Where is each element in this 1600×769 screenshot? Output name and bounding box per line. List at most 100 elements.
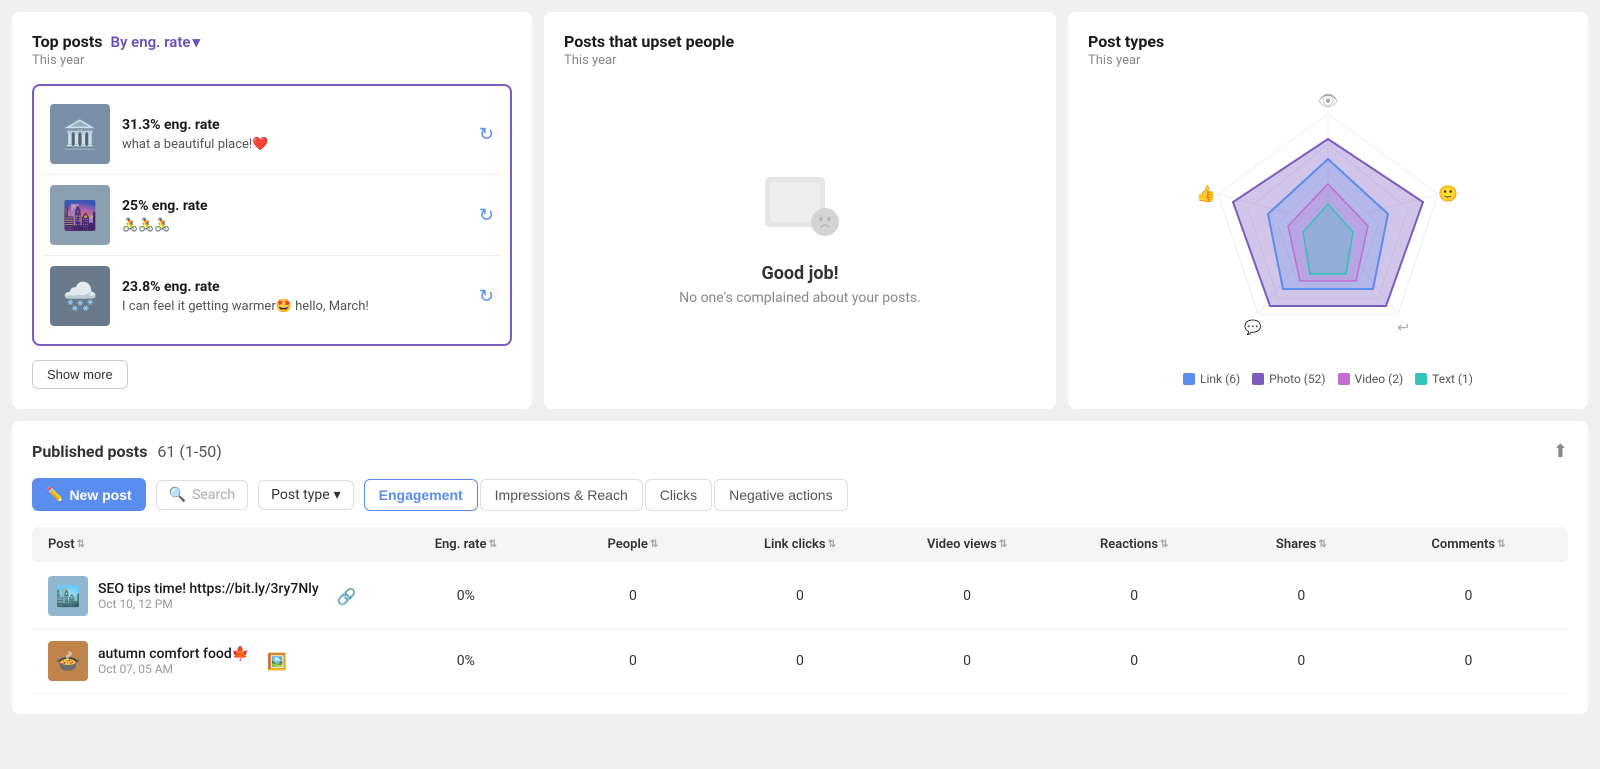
post-type-icon-1: 🖼️ bbox=[267, 652, 287, 671]
upset-subtitle: This year bbox=[564, 53, 616, 68]
legend-dot-text bbox=[1415, 373, 1427, 385]
upset-card: Posts that upset people This year Good j… bbox=[544, 12, 1056, 409]
new-post-label: New post bbox=[69, 487, 131, 503]
reactions-0: 0 bbox=[1051, 588, 1218, 604]
post-thumb-top-2: 🌨️ bbox=[50, 266, 110, 326]
post-title-0: SEO tips time! https://bit.ly/3ry7Nly bbox=[98, 581, 319, 597]
tab-clicks[interactable]: Clicks bbox=[645, 479, 712, 511]
radar-chart: 👁 🙂 ↩ 💬 👍 bbox=[1178, 84, 1478, 364]
legend-label-link: Link (6) bbox=[1200, 372, 1240, 386]
top-post-item-1: 🌆 25% eng. rate 🚴🚴🚴 ↻ bbox=[42, 175, 502, 256]
top-posts-card: Top posts By eng. rate ▾ This year 🏛️ 31… bbox=[12, 12, 532, 409]
published-title: Published posts 61 (1-50) bbox=[32, 442, 222, 461]
published-posts-section: Published posts 61 (1-50) ⬆ ✏️ New post … bbox=[12, 421, 1588, 714]
post-thumb-1: 🍲 bbox=[48, 641, 88, 681]
legend-label-text: Text (1) bbox=[1432, 372, 1473, 386]
link-clicks-0: 0 bbox=[716, 588, 883, 604]
published-header: Published posts 61 (1-50) ⬆ bbox=[32, 441, 1568, 462]
legend-link: Link (6) bbox=[1183, 372, 1240, 386]
col-link-clicks[interactable]: Link clicks ⇅ bbox=[716, 537, 883, 552]
top-posts-filter[interactable]: By eng. rate ▾ bbox=[110, 33, 200, 51]
link-clicks-1: 0 bbox=[716, 653, 883, 669]
col-people[interactable]: People ⇅ bbox=[549, 537, 716, 552]
new-post-button[interactable]: ✏️ New post bbox=[32, 478, 146, 511]
post-type-icon-0: 🔗 bbox=[337, 587, 357, 606]
post-details-1: autumn comfort food🍁 Oct 07, 05 AM bbox=[98, 646, 249, 676]
post-thumb-top-0: 🏛️ bbox=[50, 104, 110, 164]
comments-1: 0 bbox=[1385, 653, 1552, 669]
tab-group: Engagement Impressions & Reach Clicks Ne… bbox=[364, 479, 848, 511]
post-info-top-2: 23.8% eng. rate I can feel it getting wa… bbox=[122, 279, 467, 314]
upset-good-label: Good job! bbox=[761, 263, 838, 284]
table-row: 🏙️ SEO tips time! https://bit.ly/3ry7Nly… bbox=[32, 564, 1568, 629]
radar-chart-wrapper: 👁 🙂 ↩ 💬 👍 Link (6) bbox=[1088, 84, 1568, 386]
legend-text: Text (1) bbox=[1415, 372, 1473, 386]
post-title-1: autumn comfort food🍁 bbox=[98, 646, 249, 662]
post-caption-top-0: what a beautiful place!❤️ bbox=[122, 137, 467, 152]
svg-text:🙂: 🙂 bbox=[1438, 184, 1458, 203]
post-date-0: Oct 10, 12 PM bbox=[98, 597, 319, 611]
toolbar: ✏️ New post 🔍 Search Post type ▾ Engagem… bbox=[32, 478, 1568, 511]
post-caption-top-2: I can feel it getting warmer🤩 hello, Mar… bbox=[122, 299, 467, 314]
export-icon[interactable]: ⬆ bbox=[1553, 441, 1568, 462]
table-header: Post ⇅ Eng. rate ⇅ People ⇅ Link clicks … bbox=[32, 527, 1568, 562]
legend-video: Video (2) bbox=[1338, 372, 1404, 386]
post-caption-top-1: 🚴🚴🚴 bbox=[122, 218, 467, 233]
search-box[interactable]: 🔍 Search bbox=[156, 480, 248, 510]
upset-good-desc: No one's complained about your posts. bbox=[679, 290, 921, 306]
legend-dot-video bbox=[1338, 373, 1350, 385]
tab-negative-actions[interactable]: Negative actions bbox=[714, 479, 848, 511]
post-eng-rate-top-0: 31.3% eng. rate bbox=[122, 117, 467, 133]
refresh-icon-0[interactable]: ↻ bbox=[479, 124, 494, 145]
search-icon: 🔍 bbox=[169, 487, 186, 503]
video-views-1: 0 bbox=[884, 653, 1051, 669]
top-posts-list: 🏛️ 31.3% eng. rate what a beautiful plac… bbox=[32, 84, 512, 346]
legend-dot-photo bbox=[1252, 373, 1264, 385]
reactions-1: 0 bbox=[1051, 653, 1218, 669]
top-post-item-2: 🌨️ 23.8% eng. rate I can feel it getting… bbox=[42, 256, 502, 336]
tab-impressions[interactable]: Impressions & Reach bbox=[480, 479, 643, 511]
col-reactions[interactable]: Reactions ⇅ bbox=[1051, 537, 1218, 552]
post-type-label: Post type bbox=[271, 487, 330, 503]
legend-label-photo: Photo (52) bbox=[1269, 372, 1325, 386]
legend-dot-link bbox=[1183, 373, 1195, 385]
col-video-views[interactable]: Video views ⇅ bbox=[884, 537, 1051, 552]
tab-engagement[interactable]: Engagement bbox=[364, 479, 478, 511]
post-date-1: Oct 07, 05 AM bbox=[98, 662, 249, 676]
top-post-item-0: 🏛️ 31.3% eng. rate what a beautiful plac… bbox=[42, 94, 502, 175]
post-thumb-0: 🏙️ bbox=[48, 576, 88, 616]
post-eng-rate-top-1: 25% eng. rate bbox=[122, 198, 467, 214]
post-eng-rate-top-2: 23.8% eng. rate bbox=[122, 279, 467, 295]
table-row: 🍲 autumn comfort food🍁 Oct 07, 05 AM 🖼️ … bbox=[32, 629, 1568, 694]
shares-1: 0 bbox=[1218, 653, 1385, 669]
people-0: 0 bbox=[549, 588, 716, 604]
legend-photo: Photo (52) bbox=[1252, 372, 1325, 386]
filter-label: By eng. rate bbox=[110, 33, 190, 51]
col-shares[interactable]: Shares ⇅ bbox=[1218, 537, 1385, 552]
search-placeholder: Search bbox=[192, 487, 235, 503]
show-more-button[interactable]: Show more bbox=[32, 360, 128, 389]
svg-text:💬: 💬 bbox=[1244, 319, 1262, 336]
post-info-top-0: 31.3% eng. rate what a beautiful place!❤… bbox=[122, 117, 467, 152]
refresh-icon-2[interactable]: ↻ bbox=[479, 286, 494, 307]
eng-rate-1: 0% bbox=[382, 653, 549, 669]
post-types-card: Post types This year 👁 bbox=[1068, 12, 1588, 409]
post-type-dropdown[interactable]: Post type ▾ bbox=[258, 480, 354, 510]
upset-illustration bbox=[760, 167, 840, 247]
post-thumb-top-1: 🌆 bbox=[50, 185, 110, 245]
radar-legend: Link (6) Photo (52) Video (2) Text (1) bbox=[1183, 372, 1473, 386]
shares-0: 0 bbox=[1218, 588, 1385, 604]
upset-empty-state: Good job! No one's complained about your… bbox=[564, 84, 1036, 389]
pencil-icon: ✏️ bbox=[46, 486, 63, 503]
eng-rate-0: 0% bbox=[382, 588, 549, 604]
col-eng-rate[interactable]: Eng. rate ⇅ bbox=[382, 537, 549, 552]
post-types-subtitle: This year bbox=[1088, 53, 1568, 68]
col-comments[interactable]: Comments ⇅ bbox=[1385, 537, 1552, 552]
top-posts-title-text: Top posts bbox=[32, 32, 102, 51]
chevron-down-icon: ▾ bbox=[334, 487, 341, 503]
col-post[interactable]: Post ⇅ bbox=[48, 537, 382, 552]
upset-title: Posts that upset people bbox=[564, 32, 734, 51]
refresh-icon-1[interactable]: ↻ bbox=[479, 205, 494, 226]
post-types-title: Post types bbox=[1088, 32, 1568, 51]
published-posts-label: Published posts bbox=[32, 442, 147, 461]
